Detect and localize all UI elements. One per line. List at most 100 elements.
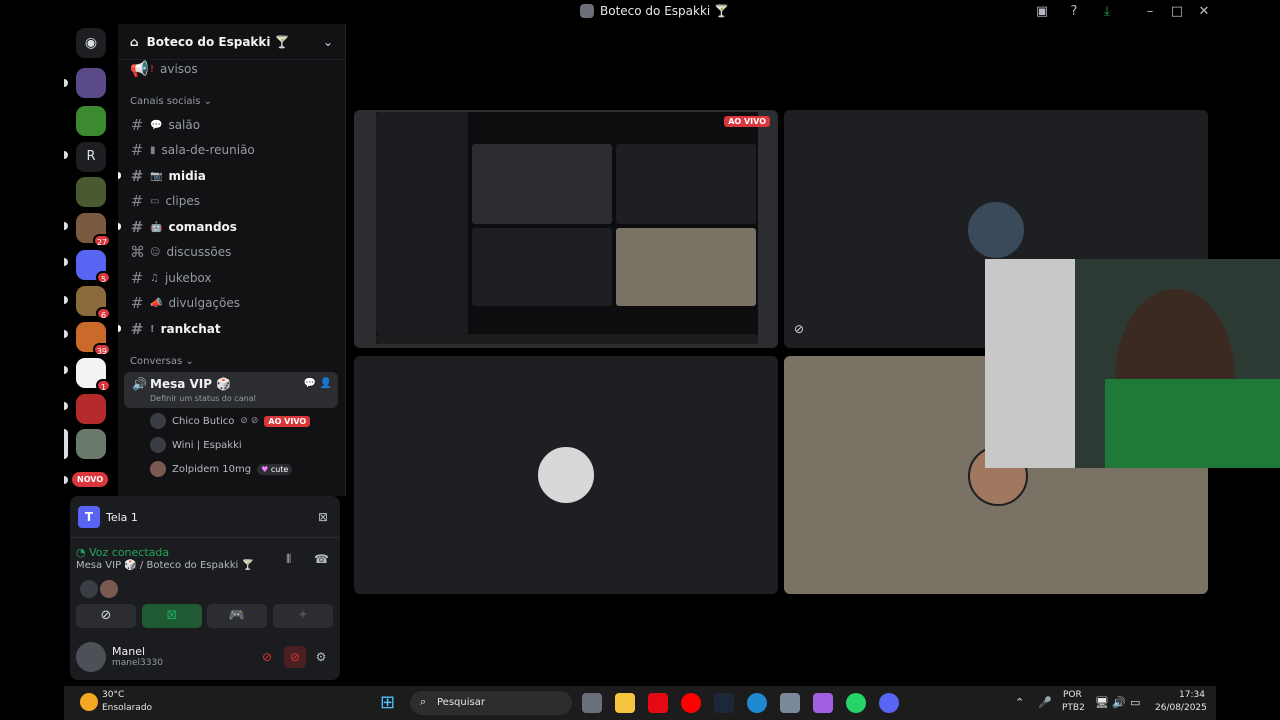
- network-icon[interactable]: 🖥: [1095, 696, 1109, 709]
- chat-icon[interactable]: 💬: [304, 378, 316, 389]
- voice-channel-mesa-vip[interactable]: 🔊 Mesa VIP 🎲 Definir um status do canal …: [124, 372, 338, 408]
- steam-icon[interactable]: [714, 693, 734, 713]
- server-header[interactable]: ⌂ Boteco do Espakki 🍸 ⌄: [118, 24, 345, 60]
- channel-rankchat[interactable]: #! rankchat: [130, 318, 338, 340]
- close-button[interactable]: ✕: [1196, 4, 1212, 20]
- voice-channel-status[interactable]: Definir um status do canal: [150, 394, 256, 403]
- weather-icon: [80, 693, 98, 711]
- participant-tile[interactable]: [354, 356, 778, 594]
- battery-icon[interactable]: ▭: [1130, 696, 1140, 709]
- guild-5[interactable]: 27: [76, 213, 111, 247]
- camera-off-icon: ⊘: [794, 322, 805, 336]
- whatsapp-icon[interactable]: [846, 693, 866, 713]
- guild-1[interactable]: [76, 68, 106, 98]
- channel-midia[interactable]: # 📷 midia: [130, 165, 338, 187]
- avatar: [100, 580, 118, 598]
- guild-2[interactable]: [76, 106, 106, 136]
- microphone-icon[interactable]: 🎤: [1038, 696, 1052, 709]
- username[interactable]: Manel: [112, 645, 145, 658]
- camera-toggle-button[interactable]: ⊘: [76, 604, 136, 628]
- channel-divulgacoes[interactable]: # 📣 divulgações: [130, 292, 338, 314]
- category-conversas[interactable]: Conversas ⌄: [130, 356, 194, 367]
- channel-salao[interactable]: # 💬 salão: [130, 114, 338, 136]
- noise-suppression-icon[interactable]: ⦀: [286, 552, 291, 567]
- chevron-up-icon[interactable]: ⌃: [1015, 696, 1024, 709]
- voice-user-zolpidem[interactable]: Zolpidem 10mg ♥ cute: [150, 459, 293, 479]
- mute-mic-icon[interactable]: ⊘: [256, 646, 278, 668]
- webcam-overlay: [985, 259, 1280, 468]
- building-icon: ▮: [150, 144, 156, 156]
- language-indicator[interactable]: POR: [1063, 690, 1082, 700]
- hash-icon: #: [130, 192, 144, 210]
- clock-time[interactable]: 17:34: [1179, 690, 1205, 700]
- guild-8[interactable]: 39: [76, 322, 111, 356]
- channel-clipes[interactable]: # ▭ clipes: [130, 190, 338, 212]
- windows-taskbar: 30°C Ensolarado ⊞ ⌕ Pesquisar ⌃ 🎤 POR PT…: [64, 686, 1216, 720]
- inbox-icon[interactable]: ▣: [1034, 4, 1050, 20]
- copilot-icon[interactable]: [813, 693, 833, 713]
- youtube-icon[interactable]: [681, 693, 701, 713]
- deafen-icon[interactable]: ⊘: [284, 646, 306, 668]
- guild-9[interactable]: 1: [76, 358, 111, 392]
- soundboard-button[interactable]: ✦: [273, 604, 333, 628]
- mini-tile: [472, 144, 612, 224]
- channel-comandos[interactable]: # 🤖 comandos: [130, 216, 338, 238]
- avatar[interactable]: [76, 642, 106, 672]
- disconnect-icon[interactable]: ☎: [314, 552, 329, 566]
- forum-icon: ⌘: [130, 243, 145, 261]
- task-view-icon[interactable]: [582, 693, 602, 713]
- discord-icon[interactable]: [879, 693, 899, 713]
- guild-10[interactable]: [76, 394, 106, 424]
- settings-icon[interactable]: [780, 693, 800, 713]
- unread-indicator: [64, 222, 68, 230]
- settings-gear-icon[interactable]: ⚙: [310, 646, 332, 668]
- stream-bar: T Tela 1 ⊠: [70, 496, 340, 538]
- channel-discussoes[interactable]: ⌘ ☺ discussões: [130, 241, 338, 263]
- avatar: [150, 461, 166, 477]
- volume-icon[interactable]: 🔊: [1112, 696, 1126, 709]
- screen-share-tile[interactable]: AO VIVO: [354, 110, 778, 348]
- webcam-shirt: [1105, 379, 1280, 468]
- voice-user-wini[interactable]: Wini | Espakki: [150, 435, 242, 455]
- channel-avisos[interactable]: 📢 ! avisos: [130, 58, 338, 80]
- voice-panel: T Tela 1 ⊠ ◔ Voz conectada Mesa VIP 🎲 / …: [70, 496, 340, 680]
- unread-badge: 39: [92, 343, 111, 356]
- unread-indicator: [64, 476, 68, 484]
- server-icon: [580, 4, 594, 18]
- channel-jukebox[interactable]: # ♫ jukebox: [130, 267, 338, 289]
- netflix-icon[interactable]: [648, 693, 668, 713]
- voice-location[interactable]: Mesa VIP 🎲 / Boteco do Espakki 🍸: [76, 560, 254, 571]
- window-title: Boteco do Espakki 🍸: [580, 4, 729, 18]
- face-icon: ☺: [150, 246, 161, 258]
- unread-badge: 5: [96, 271, 111, 284]
- shared-screen: [376, 112, 758, 344]
- guild-3[interactable]: R: [76, 142, 106, 172]
- guild-7[interactable]: 6: [76, 286, 111, 320]
- maximize-button[interactable]: □: [1169, 4, 1185, 20]
- guild-4[interactable]: [76, 177, 106, 207]
- avatar: [966, 200, 1026, 260]
- discord-home-icon[interactable]: ◉: [76, 28, 106, 58]
- server-name: Boteco do Espakki 🍸: [146, 34, 290, 49]
- stop-stream-icon[interactable]: ⊠: [318, 510, 328, 524]
- minimize-button[interactable]: –: [1142, 4, 1158, 20]
- windows-start-icon[interactable]: ⊞: [380, 693, 400, 713]
- weather-temp[interactable]: 30°C: [102, 690, 124, 700]
- unread-indicator: [64, 151, 68, 159]
- guild-6[interactable]: 5: [76, 250, 111, 284]
- category-canais-sociais[interactable]: Canais sociais ⌄: [130, 96, 212, 107]
- file-explorer-icon[interactable]: [615, 693, 635, 713]
- taskbar-search[interactable]: ⌕ Pesquisar: [410, 691, 572, 715]
- voice-connected-status[interactable]: ◔ Voz conectada: [76, 546, 169, 559]
- guild-11[interactable]: [76, 429, 106, 459]
- help-icon[interactable]: ?: [1066, 4, 1082, 20]
- download-icon[interactable]: ⤓: [1099, 4, 1115, 20]
- channel-sala-de-reuniao[interactable]: # ▮ sala-de-reunião: [130, 139, 338, 161]
- voice-user-chico[interactable]: Chico Butico ⊘ ⊘ AO VIVO: [150, 411, 311, 431]
- avatar: [150, 437, 166, 453]
- activity-button[interactable]: 🎮: [207, 604, 267, 628]
- screen-share-button[interactable]: ⊠: [142, 604, 202, 628]
- add-user-icon[interactable]: 👤: [320, 378, 332, 389]
- edge-icon[interactable]: [747, 693, 767, 713]
- robot-icon: 🤖: [150, 221, 163, 233]
